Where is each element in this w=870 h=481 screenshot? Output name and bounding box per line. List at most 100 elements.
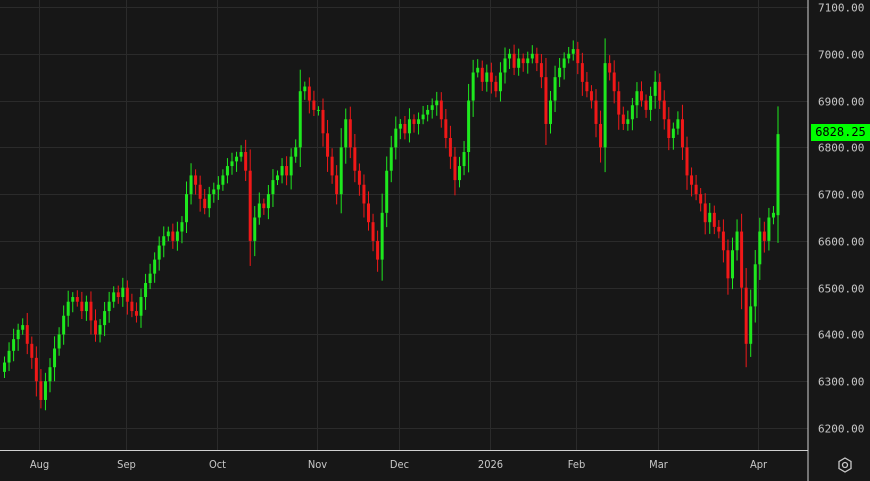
candle	[721, 219, 725, 263]
candle-body	[266, 194, 270, 209]
candlestick-chart[interactable]: 7100.00 7000.00 6900.00 6800.00 6700.00 6600.…	[0, 0, 870, 481]
candle	[626, 110, 630, 131]
candle	[608, 55, 612, 81]
candle	[731, 237, 734, 290]
candle	[7, 342, 11, 372]
candle	[107, 291, 111, 323]
candle-body	[658, 81, 662, 101]
candle-body	[125, 287, 129, 302]
candle-body	[203, 198, 207, 209]
candle	[471, 59, 475, 117]
candle-body	[712, 212, 716, 227]
candle-body	[376, 240, 380, 260]
candle-body	[630, 105, 634, 120]
candle	[517, 48, 521, 76]
candle-body	[667, 119, 671, 138]
candle	[653, 70, 657, 109]
candle	[753, 250, 757, 323]
candle	[48, 358, 52, 393]
candle-body	[671, 128, 675, 138]
candle-body	[144, 283, 148, 298]
candle-body	[735, 231, 739, 251]
candle	[417, 112, 421, 135]
candle-body	[289, 156, 293, 176]
candle-body	[694, 184, 698, 195]
candle-body	[744, 287, 748, 344]
candle	[644, 94, 648, 118]
candle	[112, 286, 116, 308]
candle	[94, 309, 97, 342]
candle-body	[335, 175, 339, 195]
candle-body	[530, 53, 534, 59]
candle	[153, 252, 157, 283]
candle-body	[649, 95, 653, 110]
candle-body	[348, 119, 352, 148]
candle-body	[458, 166, 461, 181]
candle	[30, 336, 34, 369]
candle-body	[212, 189, 216, 195]
candle-body	[330, 156, 334, 176]
candle-body	[103, 311, 107, 326]
candle	[121, 277, 125, 307]
candle	[257, 192, 261, 225]
candle	[180, 216, 184, 244]
candle-body	[198, 184, 202, 199]
gear-icon[interactable]	[836, 456, 854, 474]
candle-body	[180, 222, 184, 232]
candle-body	[544, 77, 548, 124]
candle-body	[353, 147, 357, 171]
time-axis[interactable]: Aug Sep Oct Nov Dec 2026 Feb Mar Apr	[30, 458, 768, 471]
candle	[389, 135, 393, 183]
candle-body	[239, 152, 243, 157]
candle-body	[662, 100, 666, 120]
candle	[3, 356, 6, 378]
candle	[412, 114, 416, 133]
candle-body	[762, 231, 766, 241]
candle	[640, 81, 643, 107]
candle	[485, 64, 489, 92]
candle	[580, 52, 584, 96]
candle-body	[417, 119, 421, 124]
candle-body	[571, 49, 575, 54]
candle	[539, 54, 543, 89]
candle	[544, 57, 548, 146]
candle-body	[585, 81, 589, 92]
candle-body	[66, 301, 70, 316]
candle	[139, 288, 143, 328]
candle-body	[767, 217, 771, 241]
candle-body	[508, 53, 512, 59]
candle-body	[717, 226, 721, 232]
candle	[312, 90, 316, 116]
candle-body	[676, 119, 680, 129]
candle-body	[16, 329, 20, 340]
candle-body	[94, 320, 97, 335]
candle-body	[157, 245, 161, 260]
candle-body	[316, 109, 320, 111]
candle	[171, 223, 175, 249]
candle-body	[43, 381, 47, 400]
candle-body	[640, 91, 643, 101]
candle-body	[517, 58, 521, 68]
candle-body	[294, 147, 298, 157]
candle	[671, 122, 675, 150]
candle	[212, 182, 216, 203]
candle	[134, 302, 138, 323]
candle-body	[553, 77, 557, 101]
candle-body	[80, 301, 84, 312]
candle-body	[589, 91, 593, 101]
candle-body	[453, 156, 457, 181]
candle-body	[189, 175, 193, 195]
candle	[294, 139, 298, 163]
candle	[148, 263, 152, 290]
candle-body	[576, 49, 580, 64]
candle	[480, 60, 484, 91]
candle	[458, 156, 461, 188]
candle-body	[685, 147, 689, 176]
y-tick-label: 6600.00	[818, 236, 864, 249]
y-tick-label: 6500.00	[818, 283, 864, 296]
x-tick-label: Sep	[117, 458, 136, 471]
price-axis[interactable]: 7100.00 7000.00 6900.00 6800.00 6700.00 6600.…	[818, 2, 864, 436]
candle-body	[75, 297, 79, 302]
candle-body	[485, 72, 489, 82]
candle-body	[139, 297, 143, 316]
